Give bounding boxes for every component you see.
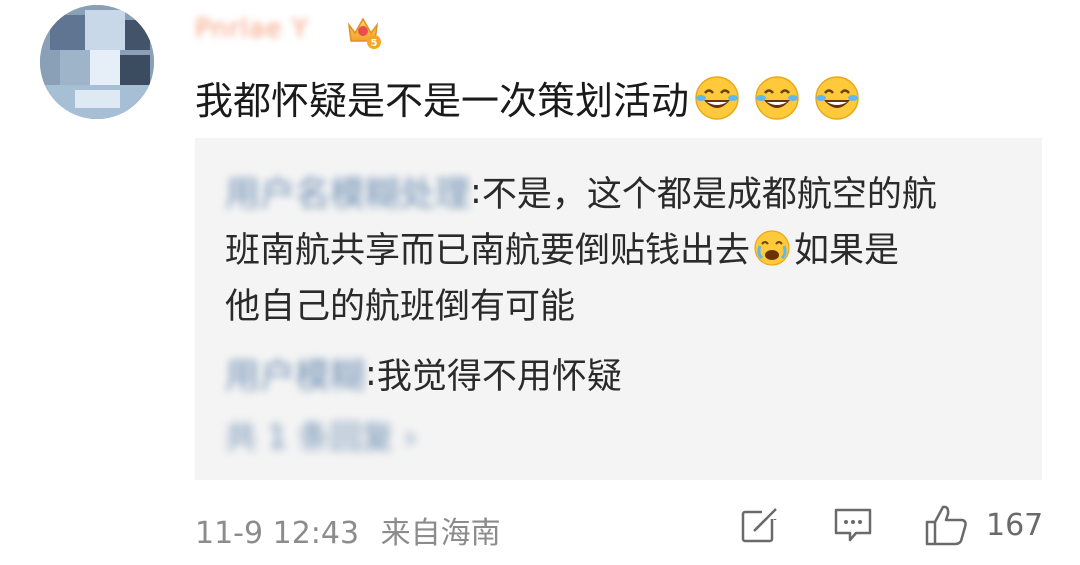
reply-box[interactable]: 用户名模糊处理 : 不是，这个都是成都航空的航 班南航共享而已南航要倒贴钱出去 … (195, 138, 1042, 480)
like-count: 167 (986, 508, 1044, 543)
laugh-cry-emoji (755, 75, 799, 120)
reply-1-line-1: 用户名模糊处理 : 不是，这个都是成都航空的航 (225, 166, 937, 217)
reply-2-line: 用户模糊 : 我觉得不用怀疑 (225, 348, 622, 399)
reply-2-text: 我觉得不用怀疑 (376, 357, 622, 397)
comment-text: 我都怀疑是不是一次策划活动 (195, 79, 690, 123)
laugh-cry-emoji (695, 75, 739, 120)
more-replies-link[interactable]: 共 1 条回复 › (225, 412, 417, 458)
comment-icon[interactable] (832, 505, 874, 545)
repost-icon[interactable] (740, 505, 780, 545)
username[interactable]: Pnrlae Y (195, 12, 330, 46)
comment-meta: 11-9 12:43 来自海南 (195, 508, 501, 552)
comment-card: Pnrlae Y 5 我都怀疑是不是一次策划活动 用户名模糊处理: 不是，这个… (0, 0, 1080, 565)
thumbs-up-icon[interactable] (924, 503, 970, 547)
crown-vip-icon[interactable]: 5 (343, 11, 383, 51)
user-avatar[interactable] (40, 5, 154, 119)
reply-1-author[interactable]: 用户名模糊处理 (225, 166, 470, 217)
reply-2-author[interactable]: 用户模糊 (225, 348, 365, 399)
reply-1-separator: : (470, 171, 482, 212)
reply-1-line-2: 班南航共享而已南航要倒贴钱出去 如果是 (225, 222, 899, 273)
emoji-row (693, 74, 873, 122)
comment-location: 来自海南 (380, 516, 501, 551)
reply-1-text-line-2b: 如果是 (794, 231, 900, 271)
comment-time: 11-9 12:43 (195, 516, 360, 551)
reply-1-text-line-3: 他自己的航班倒有可能 (225, 287, 576, 327)
reply-1-text-line-2a: 班南航共享而已南航要倒贴钱出去 (225, 231, 751, 271)
cry-laugh-emoji (754, 229, 790, 266)
reply-1-text-line-1: 不是，这个都是成都航空的航 (481, 175, 937, 215)
reply-2-separator: : (365, 353, 377, 394)
laugh-cry-emoji (815, 75, 859, 120)
svg-text:5: 5 (371, 38, 378, 49)
reply-1-line-3: 他自己的航班倒有可能 (225, 278, 575, 329)
comment-text-row: 我都怀疑是不是一次策划活动 (195, 70, 873, 125)
